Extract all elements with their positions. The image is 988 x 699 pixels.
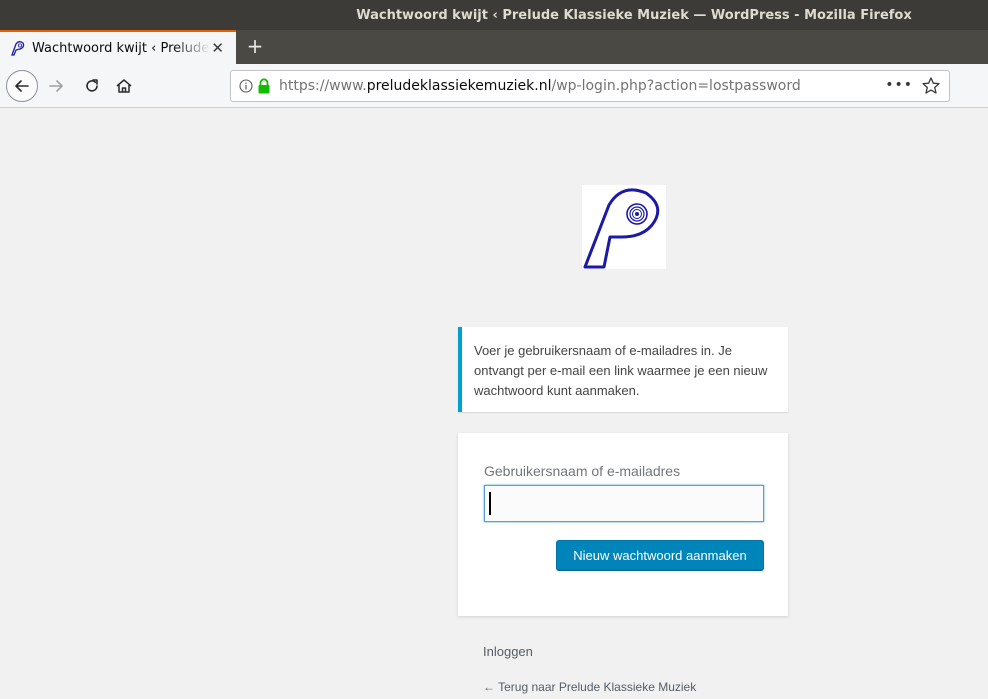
- home-button[interactable]: [112, 74, 136, 98]
- info-icon[interactable]: [239, 79, 253, 93]
- reload-button[interactable]: [80, 74, 104, 98]
- username-email-label: Gebruikersnaam of e-mailadres: [484, 463, 681, 479]
- page-content: Voer je gebruikersnaam of e-mailadres in…: [0, 109, 988, 699]
- reload-icon: [86, 79, 98, 92]
- url-path: /wp-login.php?action=lostpassword: [551, 78, 801, 94]
- bookmark-star-icon[interactable]: [921, 76, 941, 96]
- site-logo[interactable]: [582, 185, 666, 269]
- page-actions-icon[interactable]: •••: [885, 77, 913, 93]
- home-icon: [116, 79, 132, 93]
- login-link[interactable]: Inloggen: [483, 644, 533, 659]
- tab-title: Wachtwoord kwijt ‹ Prelude Klassieke Muz…: [32, 40, 210, 56]
- url-prefix: https://www.: [279, 78, 367, 94]
- instruction-notice: Voer je gebruikersnaam of e-mailadres in…: [458, 327, 788, 412]
- lost-password-form: Gebruikersnaam of e-mailadres Nieuw wach…: [458, 433, 788, 616]
- window-title: Wachtwoord kwijt ‹ Prelude Klassieke Muz…: [356, 7, 912, 23]
- arrow-right-icon: [49, 80, 63, 92]
- text-caret: [489, 492, 491, 515]
- window-titlebar: Wachtwoord kwijt ‹ Prelude Klassieke Muz…: [0, 0, 988, 30]
- forward-button[interactable]: [44, 74, 68, 98]
- url-text[interactable]: https://www.preludeklassiekemuziek.nl/wp…: [279, 78, 801, 94]
- new-tab-button[interactable]: +: [243, 34, 267, 58]
- prelude-logo-icon: [583, 188, 660, 269]
- username-email-input[interactable]: [484, 485, 764, 522]
- tab-active[interactable]: Wachtwoord kwijt ‹ Prelude Klassieke Muz…: [0, 30, 236, 64]
- url-bar[interactable]: https://www.preludeklassiekemuziek.nl/wp…: [230, 70, 950, 102]
- new-password-button[interactable]: Nieuw wachtwoord aanmaken: [556, 540, 764, 570]
- tab-strip: Wachtwoord kwijt ‹ Prelude Klassieke Muz…: [0, 30, 988, 64]
- notice-text: Voer je gebruikersnaam of e-mailadres in…: [474, 343, 768, 398]
- url-domain: preludeklassiekemuziek.nl: [366, 78, 552, 94]
- back-button[interactable]: [6, 70, 38, 102]
- navigation-toolbar: https://www.preludeklassiekemuziek.nl/wp…: [0, 64, 988, 108]
- tab-close-icon[interactable]: ✕: [211, 39, 224, 57]
- lock-icon[interactable]: [257, 78, 271, 94]
- back-to-site-link[interactable]: ← Terug naar Prelude Klassieke Muziek: [483, 680, 696, 694]
- arrow-left-icon: [15, 80, 29, 92]
- site-favicon-icon: [11, 41, 25, 56]
